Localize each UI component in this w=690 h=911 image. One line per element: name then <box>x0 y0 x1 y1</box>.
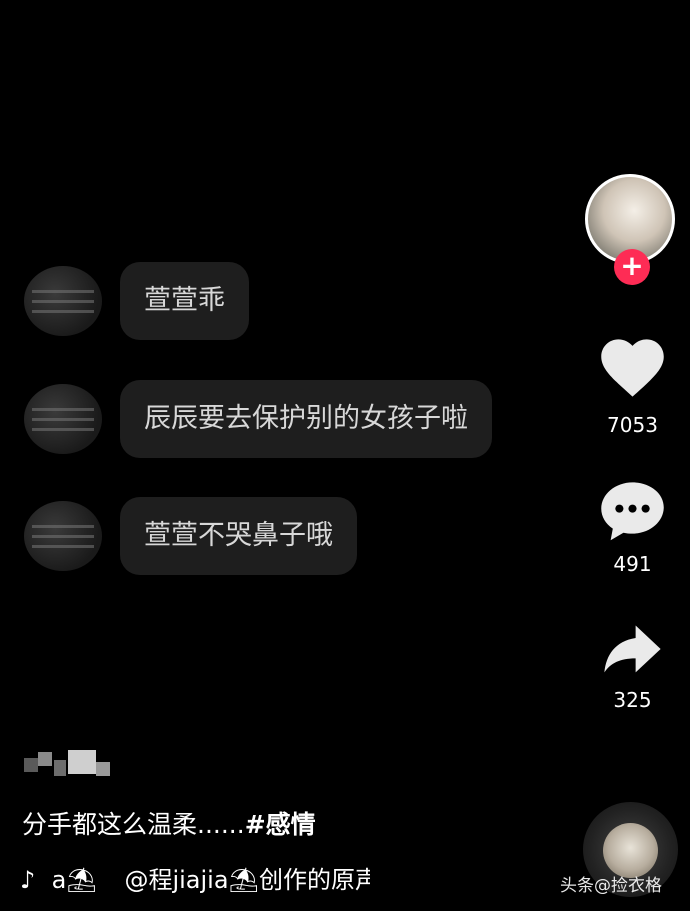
music-note-icon: ♪ <box>20 866 36 894</box>
music-disc-cover <box>603 823 658 878</box>
chat-avatar[interactable] <box>24 501 102 571</box>
chat-avatar[interactable] <box>24 266 102 336</box>
music-title: @程jiajia⛱创作的原声 <box>124 866 370 894</box>
comment-count: 491 <box>613 552 652 576</box>
chat-avatar[interactable] <box>24 384 102 454</box>
follow-button[interactable]: + <box>614 249 650 285</box>
hashtag-link[interactable]: #感情 <box>245 810 316 839</box>
share-icon[interactable] <box>595 613 670 688</box>
heart-icon[interactable] <box>595 330 670 405</box>
music-row[interactable]: ♪ a⛱ @程jiajia⛱创作的原声 <box>20 860 370 895</box>
chat-bubble: 萱萱不哭鼻子哦 <box>120 497 357 575</box>
caption-text: 分手都这么温柔...... <box>22 810 245 839</box>
watermark: 头条@捡衣格 <box>560 876 662 896</box>
video-caption: 分手都这么温柔......#感情 <box>22 805 316 841</box>
like-count: 7053 <box>607 413 658 437</box>
comment-icon[interactable] <box>595 473 670 548</box>
chat-message-3: 萱萱不哭鼻子哦 <box>24 497 357 575</box>
username-blurred[interactable] <box>24 750 114 780</box>
chat-bubble: 辰辰要去保护别的女孩子啦 <box>120 380 492 458</box>
chat-message-2: 辰辰要去保护别的女孩子啦 <box>24 380 492 458</box>
share-count: 325 <box>613 688 652 712</box>
chat-message-1: 萱萱乖 <box>24 262 249 340</box>
music-owner: a⛱ <box>51 866 97 894</box>
chat-bubble: 萱萱乖 <box>120 262 249 340</box>
